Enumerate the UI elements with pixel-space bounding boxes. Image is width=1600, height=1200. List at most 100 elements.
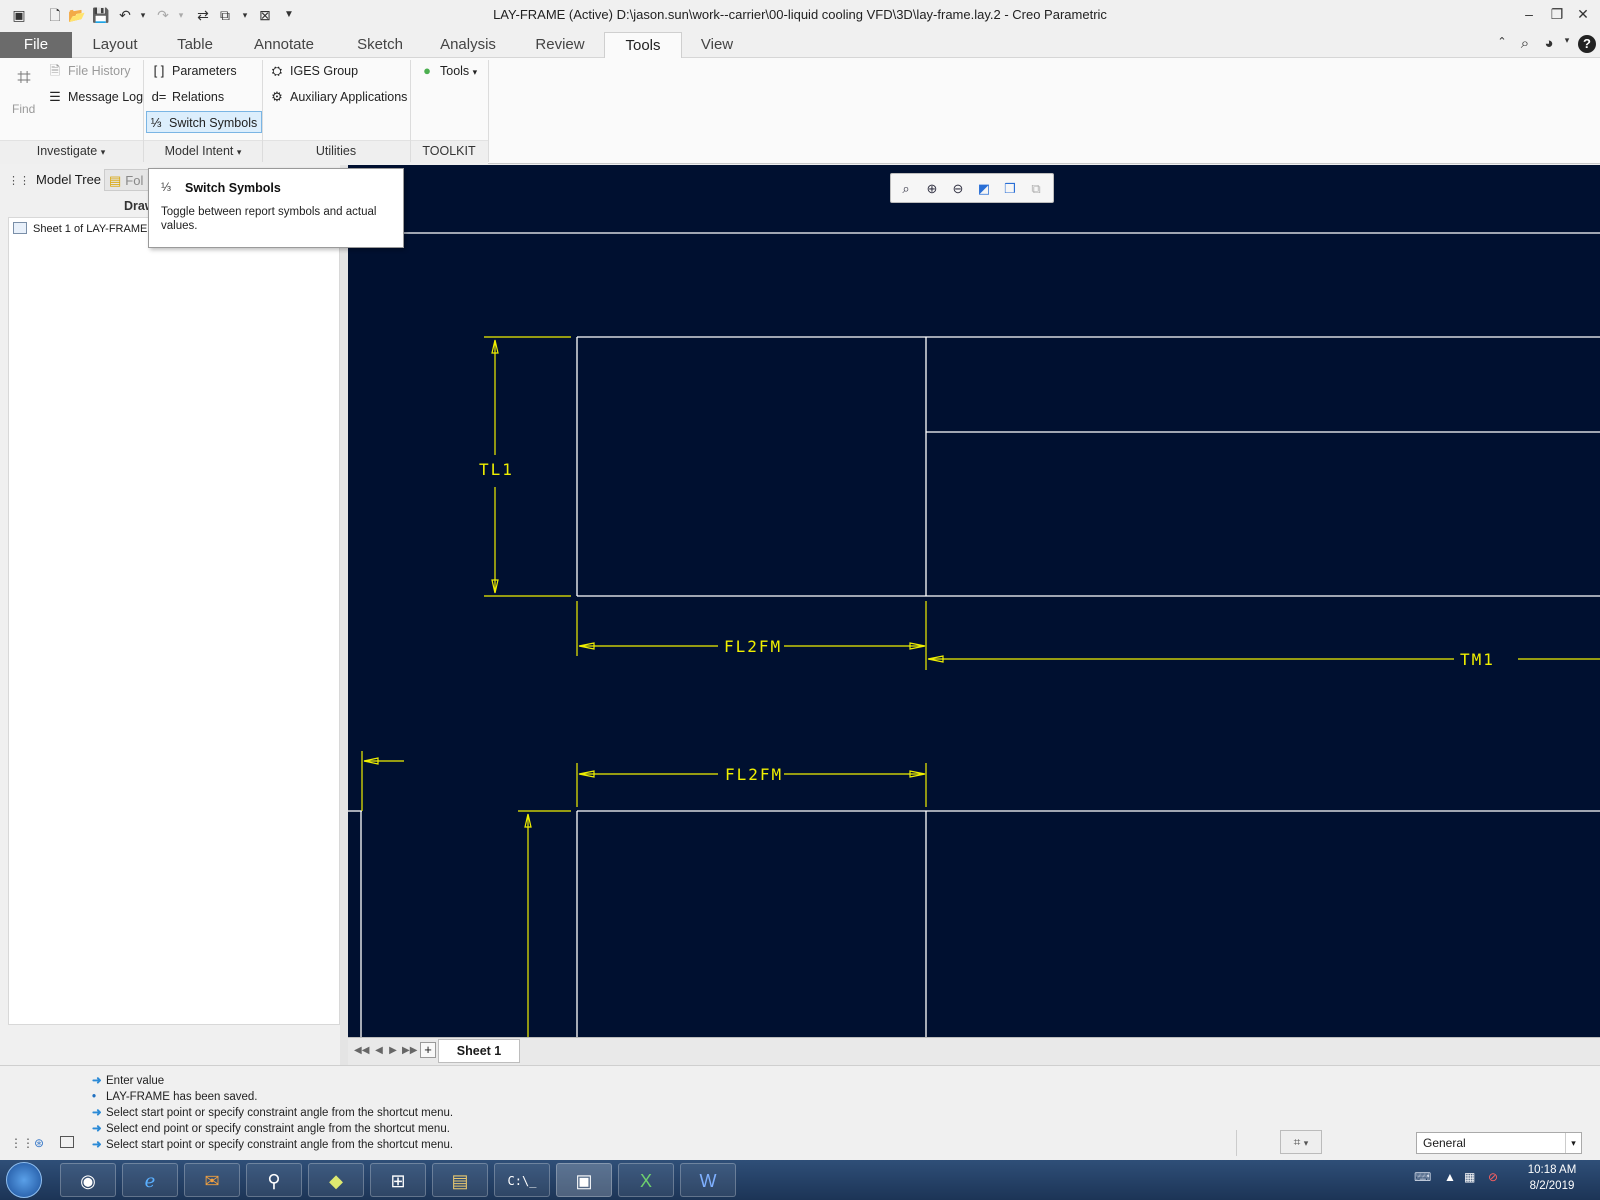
group-utilities: Utilities	[315, 144, 357, 158]
relations-button[interactable]: d= Relations	[150, 86, 225, 108]
file-history-button[interactable]: 🗎 File History	[46, 60, 131, 82]
binoculars-icon[interactable]: ⌗	[8, 64, 40, 94]
binoculars-icon: ⌗	[1293, 1135, 1301, 1149]
window-title: LAY-FRAME (Active) D:\jason.sun\work--ca…	[493, 7, 1107, 22]
message-line: • LAY-FRAME has been saved.	[92, 1091, 258, 1103]
network-icon[interactable]: ▦	[1464, 1170, 1475, 1184]
tab-sketch[interactable]: Sketch	[340, 32, 420, 58]
message-log-button[interactable]: ☰ Message Log	[46, 86, 143, 108]
last-sheet-icon[interactable]: ▶▶	[402, 1044, 417, 1058]
search-icon[interactable]: ⌕	[1516, 35, 1534, 53]
folder-icon: ▤	[109, 173, 122, 188]
tooltip-body: Toggle between report symbols and actual…	[161, 206, 377, 232]
tab-folder-browser[interactable]: ▤ Fol	[104, 169, 150, 191]
full-screen-icon[interactable]	[60, 1136, 74, 1148]
learning-dropdown-icon[interactable]: ▾	[1558, 35, 1576, 53]
word-icon[interactable]: W	[680, 1163, 736, 1197]
navigator-toggle-icon[interactable]: ⋮⋮	[10, 1136, 34, 1150]
minimize-icon[interactable]: –	[1516, 4, 1542, 24]
relations-icon: d=	[151, 89, 167, 104]
message-line: ➜ Select end point or specify constraint …	[92, 1123, 450, 1135]
model-intent-dropdown-icon: ▾	[236, 147, 242, 157]
tab-layout[interactable]: Layout	[80, 32, 150, 58]
tab-file[interactable]: File	[0, 32, 72, 58]
auxiliary-applications-button[interactable]: ⚙ Auxiliary Applications	[268, 86, 407, 108]
chrome-icon[interactable]: ◉	[60, 1163, 116, 1197]
switch-symbols-icon: ⅓	[161, 180, 172, 194]
learning-connector-icon[interactable]: ◕	[1540, 35, 1558, 53]
network-app-icon[interactable]: ⊞	[370, 1163, 426, 1197]
tree-item-sheet[interactable]: Sheet 1 of LAY-FRAME.	[13, 222, 150, 235]
parameters-icon: [ ]	[153, 63, 165, 78]
collapse-ribbon-icon[interactable]: ⌃	[1493, 35, 1511, 53]
command-prompt-icon[interactable]: C:\_	[494, 1163, 550, 1197]
tab-table[interactable]: Table	[160, 32, 230, 58]
outlook-icon[interactable]: ✉	[184, 1163, 240, 1197]
add-sheet-button[interactable]: +	[420, 1042, 436, 1058]
file-history-icon: 🗎	[49, 63, 61, 78]
group-separator	[488, 60, 489, 162]
file-explorer-icon[interactable]: ▤	[432, 1163, 488, 1197]
group-toolkit: TOOLKIT	[422, 144, 476, 158]
iges-group-button[interactable]: ⛭ IGES Group	[268, 60, 358, 82]
prev-sheet-icon[interactable]: ◀	[372, 1044, 386, 1058]
navigator-panel: ⋮⋮ Model Tree ▤ Fol Draw Sheet 1 of LAY-FR…	[0, 165, 346, 1065]
filter-select[interactable]: General ▾	[1416, 1132, 1582, 1154]
tab-tools[interactable]: Tools	[604, 32, 682, 58]
parameters-button[interactable]: [ ] Parameters	[150, 60, 237, 82]
chevron-down-icon: ▾	[1303, 1138, 1309, 1148]
browser-toggle-icon[interactable]: ⊛	[34, 1136, 44, 1150]
creo-icon[interactable]: ▣	[556, 1163, 612, 1197]
tools-dropdown-icon: ▾	[472, 67, 478, 77]
selection-filter-button[interactable]: ⌗ ▾	[1280, 1130, 1322, 1154]
tab-view[interactable]: View	[684, 32, 750, 58]
model-tree: Sheet 1 of LAY-FRAME.	[8, 217, 340, 1025]
sheet-tab-bar: ◀◀ ◀ ▶ ▶▶ + Sheet 1	[348, 1037, 1600, 1065]
internet-explorer-icon[interactable]: ℯ	[122, 1163, 178, 1197]
clock-date[interactable]: 8/2/2019	[1520, 1180, 1584, 1192]
tools-dropdown-button[interactable]: ● Tools ▾	[418, 60, 477, 82]
tab-model-tree[interactable]: ⋮⋮ Model Tree	[8, 169, 101, 191]
arrow-icon: ➜	[92, 1139, 102, 1151]
restore-icon[interactable]: ❐	[1544, 4, 1570, 24]
dimension-label-fl2fm-lower[interactable]: FL2FM	[725, 765, 783, 784]
chevron-down-icon: ▾	[1565, 1133, 1581, 1153]
arrow-icon: ➜	[92, 1123, 102, 1135]
status-separator	[1236, 1130, 1237, 1156]
keyboard-icon[interactable]: ⌨	[1414, 1170, 1431, 1184]
bullet-icon: •	[92, 1091, 97, 1103]
dimension-label-fl2fm[interactable]: FL2FM	[724, 637, 782, 656]
dimension-label-tl1[interactable]: TL1	[479, 460, 514, 479]
arrow-icon: ➜	[92, 1075, 102, 1087]
switch-symbols-button[interactable]: ⅓ Switch Symbols	[146, 111, 263, 133]
group-model-intent[interactable]: Model Intent ▾	[144, 140, 262, 162]
show-hidden-icons[interactable]: ▲	[1444, 1170, 1456, 1184]
first-sheet-icon[interactable]: ◀◀	[354, 1044, 369, 1058]
close-icon[interactable]: ✕	[1570, 4, 1596, 24]
message-area: ➜ Enter value • LAY-FRAME has been saved. …	[0, 1065, 1600, 1160]
switch-symbols-icon: ⅓	[150, 115, 162, 130]
sheet-icon	[13, 222, 27, 234]
group-investigate[interactable]: Investigate ▾	[0, 140, 142, 162]
find-button[interactable]: Find	[12, 102, 35, 116]
tab-analysis[interactable]: Analysis	[428, 32, 508, 58]
next-sheet-icon[interactable]: ▶	[386, 1044, 400, 1058]
drawing-canvas[interactable]: ⌕ ⊕ ⊖ ◩ ❒ ⧉ TL1 FL2FM TM1 FL2FM	[348, 165, 1600, 1037]
dimension-lines	[361, 336, 1600, 1037]
excel-icon[interactable]: X	[618, 1163, 674, 1197]
tab-annotate[interactable]: Annotate	[238, 32, 330, 58]
tab-review[interactable]: Review	[520, 32, 600, 58]
help-icon[interactable]: ?	[1578, 35, 1596, 53]
search-app-icon[interactable]: ⚲	[246, 1163, 302, 1197]
arrow-icon: ➜	[92, 1107, 102, 1119]
panel-splitter[interactable]	[340, 165, 348, 1065]
start-button[interactable]	[6, 1162, 42, 1198]
sticky-notes-icon[interactable]: ◆	[308, 1163, 364, 1197]
message-line: ➜ Select start point or specify constrain…	[92, 1107, 454, 1119]
investigate-dropdown-icon: ▾	[100, 147, 106, 157]
windows-taskbar: ◉ ℯ ✉ ⚲ ◆ ⊞ ▤ C:\_ ▣ X W ⌨ ▲ ▦ ⊘ 10:18 A…	[0, 1160, 1600, 1200]
sheet-tab-1[interactable]: Sheet 1	[438, 1039, 520, 1063]
dimension-label-tm1[interactable]: TM1	[1460, 650, 1495, 669]
volume-muted-icon[interactable]: ⊘	[1488, 1170, 1498, 1184]
clock-time[interactable]: 10:18 AM	[1520, 1164, 1584, 1176]
